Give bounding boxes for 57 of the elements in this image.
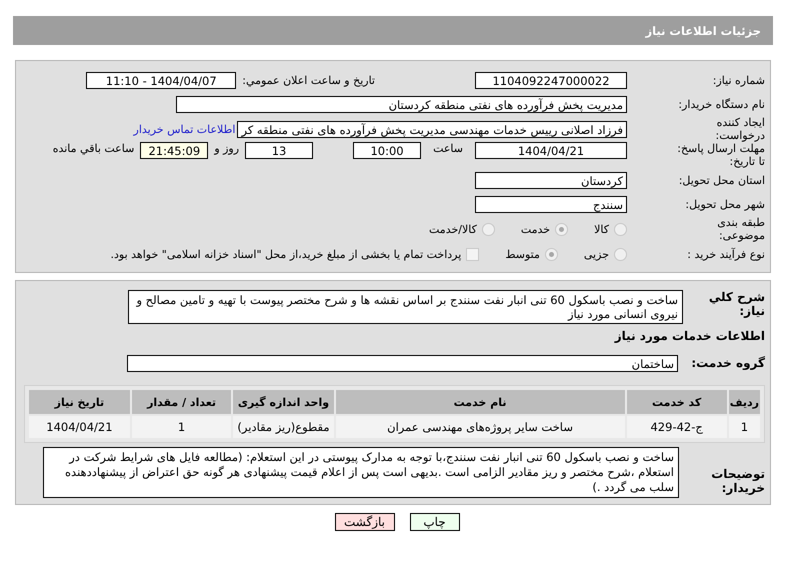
field-label: تاریخ و ساعت اعلان عمومي: — [242, 74, 375, 86]
radio-label: جزیی — [584, 248, 609, 260]
service-group-field: ساختمان — [127, 354, 678, 372]
contact-link[interactable]: اطلاعات تماس خریدار — [134, 122, 236, 136]
radio-label: خدمت — [520, 222, 550, 236]
field-label: شماره نیاز: — [712, 74, 765, 86]
need-number-field: 1104092247000022 — [475, 72, 627, 88]
radio-button[interactable] — [482, 222, 495, 236]
column-header: تاریخ نیاز — [29, 390, 130, 414]
table-cell: ساخت سایر پروژه‌های مهندسی عمران — [336, 416, 625, 438]
radio-button[interactable] — [614, 222, 627, 236]
city-field: سنندج — [475, 196, 627, 212]
deadline-time-field: 10:00 — [353, 142, 422, 159]
announce-date-field: 1404/04/07 - 11:10 — [86, 72, 236, 88]
field-label: نوع فرآیند خرید : — [686, 248, 765, 260]
checkbox-label: پرداخت تمام یا بخشی از مبلغ خرید،از محل "اسناد خزانه اسلامی" خواهد بود. — [110, 248, 462, 260]
radio-label: متوسط — [505, 248, 540, 260]
field-label: شهر محل تحویل: — [684, 198, 765, 210]
radio-label: کالا/خدمت — [429, 222, 477, 236]
column-header: کد خدمت — [626, 390, 727, 414]
back-button[interactable]: بازگشت — [334, 513, 394, 531]
radio-button[interactable] — [555, 222, 568, 236]
column-header: واحد اندازه گیری — [233, 390, 334, 414]
field-label: گروه خدمت: — [690, 356, 765, 370]
field-label: ایجاد کننده درخواست: — [714, 116, 765, 142]
table-cell: 1 — [132, 416, 232, 438]
radio-label: کالا — [594, 222, 609, 236]
field-label: شرح کلي نیاز: — [708, 290, 765, 318]
buyer-notes-field: ساخت و نصب باسکول 60 تنی انبار نفت سنندج،با توجه به مدارک پیوستی در این استعلام: (مطالعه فایل های شرایط شرکت در استعلام ،شرح مختصر و ریز مقادیر الزامی است .بدیهی است پس از اعلام قیمت پیشنهادی هر گونه حق اعتراض از پیشنهاددهنده سلب می گردد .) — [43, 447, 679, 498]
column-header: ردیف — [728, 390, 760, 414]
field-label: طبقه بندی موضوعی: — [716, 216, 765, 242]
buyer-name-field: مدیریت پخش فرآورده های نفتی منطقه کردستان — [176, 96, 627, 112]
field-label: توضیحات خریدار: — [710, 467, 765, 495]
description-textarea[interactable]: ساخت و نصب باسکول 60 تنی انبار نفت سنندج بر اساس نقشه ها و شرح مختصر پیوست با تهیه و تامین مصالح و نیروی انسانی مورد نیاز — [128, 290, 683, 324]
radio-button[interactable] — [544, 248, 558, 260]
radio-button[interactable] — [614, 248, 627, 260]
province-field: کردستان — [475, 172, 627, 188]
column-header: نام خدمت — [336, 390, 625, 414]
field-label: نام دستگاه خریدار: — [677, 98, 765, 110]
table-cell: 1404/04/21 — [29, 416, 130, 438]
column-header: تعداد / مقدار — [132, 390, 232, 414]
field-label: مهلت ارسال پاسخ: تا تاریخ: — [676, 142, 765, 168]
time-label: ساعت — [433, 142, 463, 155]
requester-field: فرزاد اصلانی رییس خدمات مهندسی مدیریت پخش فرآورده های نفتی منطقه کر — [237, 120, 627, 138]
table-cell: مقطوع(ریز مقادیر) — [233, 416, 334, 438]
page-title: جزئیات اطلاعات نیاز — [645, 24, 761, 38]
deadline-date-field: 1404/04/21 — [475, 142, 627, 159]
field-label: استان محل تحویل: — [678, 174, 765, 186]
section-heading: اطلاعات خدمات مورد نیاز — [613, 329, 765, 343]
days-label: روز و — [214, 142, 240, 155]
checkbox[interactable] — [466, 248, 480, 260]
days-field: 13 — [245, 142, 314, 159]
remaining-label: ساعت باقي مانده — [52, 142, 134, 155]
print-button[interactable]: چاپ — [410, 513, 460, 531]
table-cell: 1 — [728, 416, 760, 438]
remaining-time-field: 21:45:09 — [140, 142, 208, 159]
table-cell: ج-42-429 — [626, 416, 727, 438]
